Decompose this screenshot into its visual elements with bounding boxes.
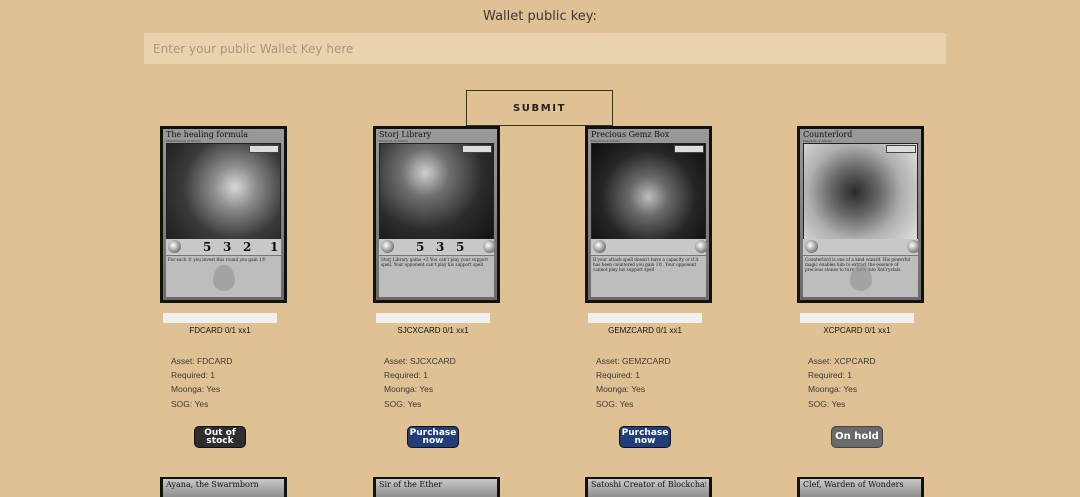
card-title: Satoshi Creator of Blockchain bbox=[591, 480, 706, 489]
card-clan-badge bbox=[674, 145, 704, 153]
card-art bbox=[166, 143, 281, 241]
card-image: Clef, Warden of Wonders bbox=[797, 477, 924, 497]
card-image: The healing formula Manlutriegos princip… bbox=[160, 126, 287, 303]
sog-line: SOG: Yes bbox=[171, 398, 209, 409]
moonga-line: Moonga: Yes bbox=[171, 384, 221, 395]
card-code: XCPCARD 0/1 xx1 bbox=[823, 326, 891, 335]
card-info: Asset: GEMZCARD Required: 1 Moonga: Yes … bbox=[596, 354, 671, 411]
card-art bbox=[591, 143, 706, 241]
stock-progress-bar bbox=[800, 313, 914, 323]
mana-orb-icon bbox=[381, 240, 394, 253]
asset-line: Asset: FDCARD bbox=[171, 356, 233, 366]
asset-line: Asset: GEMZCARD bbox=[596, 356, 671, 366]
card-image: Sir of the Ether bbox=[373, 477, 500, 497]
card-title: Storj Library bbox=[379, 130, 432, 139]
mana-orb-icon bbox=[168, 240, 181, 253]
card-art bbox=[379, 143, 494, 241]
card-stats: 5 3 2 1 bbox=[166, 239, 281, 255]
card-image: Storj Library Kingdom of Adonis 5 3 5 St… bbox=[373, 126, 500, 303]
wallet-key-input[interactable] bbox=[144, 33, 946, 64]
sog-line: SOG: Yes bbox=[808, 398, 846, 409]
card-title: Clef, Warden of Wonders bbox=[803, 480, 904, 489]
purchase-now-button[interactable]: Purchase now bbox=[619, 426, 671, 448]
submit-button[interactable]: SUBMIT bbox=[466, 90, 613, 126]
card-image: Ayana, the Swarmborn bbox=[160, 477, 287, 497]
on-hold-button[interactable]: On hold bbox=[831, 426, 883, 448]
card-stat: 2 bbox=[243, 240, 252, 254]
card-clan-badge bbox=[462, 145, 492, 153]
required-line: Required: 1 bbox=[596, 370, 640, 381]
card-text: Storj Library gains +3 You can't play yo… bbox=[379, 256, 494, 297]
moonga-line: Moonga: Yes bbox=[808, 384, 858, 395]
card-clan-badge bbox=[249, 145, 279, 153]
card-art bbox=[803, 143, 918, 241]
card-code: FDCARD 0/1 xx1 bbox=[189, 326, 251, 335]
sog-line: SOG: Yes bbox=[384, 398, 422, 409]
card-title: Sir of the Ether bbox=[379, 480, 443, 489]
card-stats bbox=[591, 239, 708, 255]
card-text: If your attack spell doesn't have a capa… bbox=[591, 256, 706, 297]
orb-icon bbox=[907, 240, 920, 253]
card-image: Precious Gemz Box Kingdom of Adonis If y… bbox=[585, 126, 712, 303]
card-image: Counterlord Kingdom of Adonis Counterlor… bbox=[797, 126, 924, 303]
card-info: Asset: XCPCARD Required: 1 Moonga: Yes S… bbox=[808, 354, 876, 411]
card-stat: 3 bbox=[436, 240, 445, 254]
card-title: Counterlord bbox=[803, 130, 853, 139]
asset-line: Asset: SJCXCARD bbox=[384, 356, 456, 366]
card-stats bbox=[803, 239, 920, 255]
card-stat: 5 bbox=[416, 240, 425, 254]
card-stats: 5 3 5 bbox=[379, 239, 496, 255]
card-stat: 3 bbox=[223, 240, 232, 254]
card-clan-badge bbox=[886, 145, 916, 153]
card-info: Asset: SJCXCARD Required: 1 Moonga: Yes … bbox=[384, 354, 456, 411]
drop-icon bbox=[212, 265, 235, 291]
moonga-line: Moonga: Yes bbox=[596, 384, 646, 395]
required-line: Required: 1 bbox=[808, 370, 852, 381]
card-code: GEMZCARD 0/1 xx1 bbox=[608, 326, 682, 335]
stock-progress-bar bbox=[588, 313, 702, 323]
orb-icon bbox=[483, 240, 496, 253]
mana-orb-icon bbox=[593, 240, 606, 253]
purchase-now-button[interactable]: Purchase now bbox=[407, 426, 459, 448]
wallet-label: Wallet public key: bbox=[483, 9, 597, 24]
asset-line: Asset: XCPCARD bbox=[808, 356, 876, 366]
card-stat: 5 bbox=[203, 240, 212, 254]
card-stat: 1 bbox=[270, 240, 279, 254]
card-title: Precious Gemz Box bbox=[591, 130, 670, 139]
mana-orb-icon bbox=[805, 240, 818, 253]
stock-progress-bar bbox=[376, 313, 490, 323]
required-line: Required: 1 bbox=[384, 370, 428, 381]
out-of-stock-button[interactable]: Out of stock bbox=[194, 426, 246, 448]
card-title: Ayana, the Swarmborn bbox=[166, 480, 259, 489]
card-stat: 5 bbox=[456, 240, 465, 254]
stock-progress-bar bbox=[163, 313, 277, 323]
required-line: Required: 1 bbox=[171, 370, 215, 381]
card-image: Satoshi Creator of Blockchain bbox=[585, 477, 712, 497]
card-code: SJCXCARD 0/1 xx1 bbox=[397, 326, 469, 335]
card-title: The healing formula bbox=[166, 130, 249, 139]
card-info: Asset: FDCARD Required: 1 Moonga: Yes SO… bbox=[171, 354, 232, 411]
moonga-line: Moonga: Yes bbox=[384, 384, 434, 395]
sog-line: SOG: Yes bbox=[596, 398, 634, 409]
orb-icon bbox=[695, 240, 708, 253]
drop-icon bbox=[849, 265, 872, 291]
